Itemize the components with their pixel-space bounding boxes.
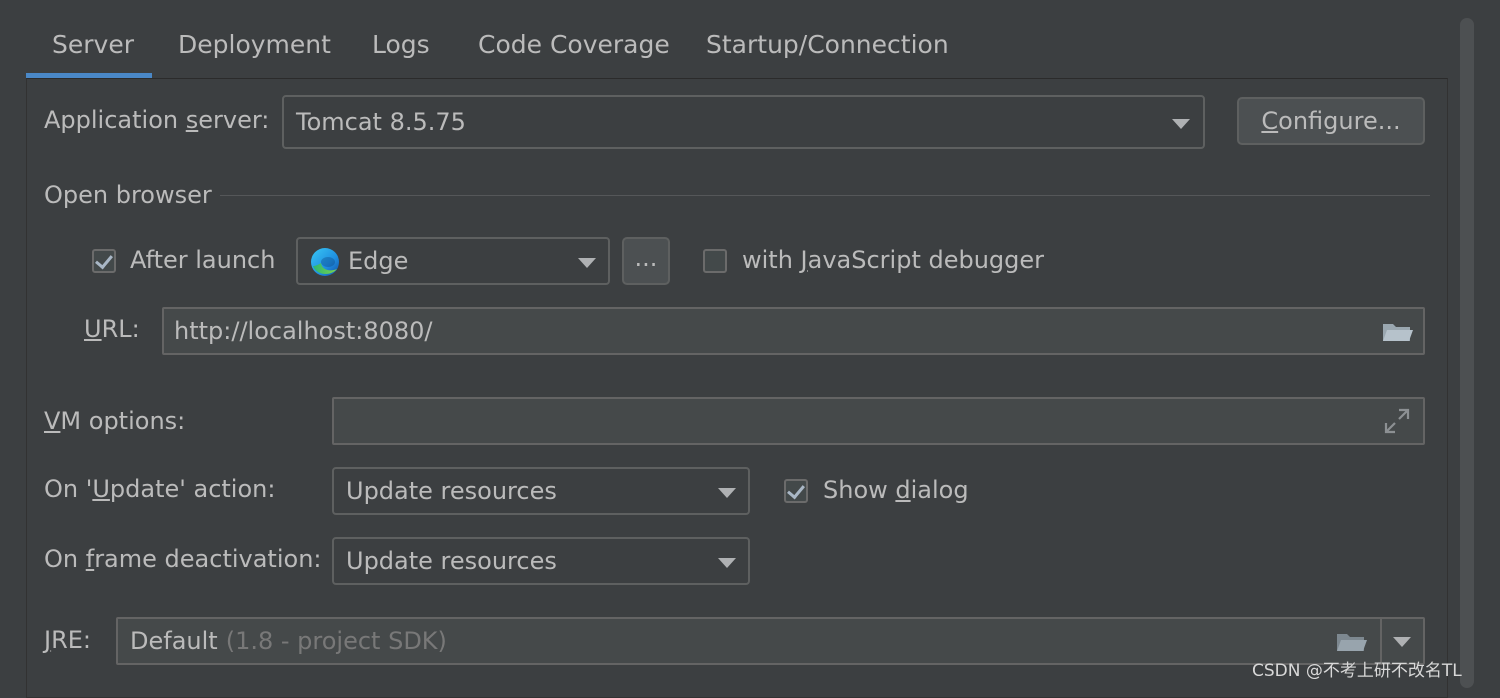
- url-input[interactable]: http://localhost:8080/: [162, 307, 1425, 355]
- vm-options-label: VM options:: [44, 407, 186, 435]
- tab-server[interactable]: Server: [52, 28, 134, 62]
- browser-dropdown[interactable]: Edge: [296, 237, 610, 285]
- show-dialog-checkbox[interactable]: [784, 479, 808, 503]
- jre-value: Default: [130, 627, 218, 655]
- js-debugger-label: with JavaScript debugger: [742, 246, 1045, 274]
- server-settings-panel: [26, 78, 1448, 698]
- tab-startup-connection[interactable]: Startup/Connection: [706, 28, 949, 62]
- update-action-label: On 'Update' action:: [44, 475, 276, 503]
- jre-value-row: Default (1.8 - project SDK): [130, 619, 447, 663]
- chevron-down-icon: [1172, 119, 1190, 129]
- checkmark-icon: [95, 250, 113, 270]
- tab-logs[interactable]: Logs: [372, 28, 430, 62]
- browser-settings-button[interactable]: ...: [622, 237, 670, 285]
- show-dialog-label: Show dialog: [823, 476, 969, 504]
- url-label: URL:: [84, 315, 140, 343]
- update-action-dropdown[interactable]: Update resources: [332, 467, 750, 515]
- jre-combobox[interactable]: Default (1.8 - project SDK): [116, 617, 1425, 665]
- browser-value: Edge: [348, 247, 409, 275]
- update-action-value: Update resources: [346, 477, 557, 505]
- application-server-label: Application server:: [44, 106, 270, 134]
- frame-deactivation-value: Update resources: [346, 547, 557, 575]
- after-launch-label: After launch: [130, 246, 276, 274]
- open-browser-section-title: Open browser: [44, 181, 212, 209]
- frame-deactivation-label: On frame deactivation:: [44, 545, 322, 573]
- tab-deployment[interactable]: Deployment: [178, 28, 331, 62]
- vertical-scrollbar[interactable]: [1460, 18, 1474, 688]
- tab-code-coverage[interactable]: Code Coverage: [478, 28, 670, 62]
- chevron-down-icon: [718, 558, 736, 568]
- section-divider: [220, 195, 1430, 196]
- chevron-down-icon: [578, 258, 596, 268]
- jre-hint: (1.8 - project SDK): [225, 627, 447, 655]
- after-launch-checkbox[interactable]: [92, 249, 116, 273]
- expand-icon[interactable]: [1384, 408, 1410, 434]
- checkmark-icon: [787, 480, 805, 500]
- folder-icon[interactable]: [1336, 631, 1368, 653]
- application-server-value: Tomcat 8.5.75: [296, 108, 466, 136]
- application-server-dropdown[interactable]: Tomcat 8.5.75: [282, 95, 1205, 149]
- url-value: http://localhost:8080/: [174, 317, 433, 345]
- chevron-down-icon[interactable]: [1393, 637, 1411, 647]
- chevron-down-icon: [718, 488, 736, 498]
- folder-icon[interactable]: [1382, 321, 1414, 343]
- frame-deactivation-dropdown[interactable]: Update resources: [332, 537, 750, 585]
- jre-label: JRE:: [44, 626, 92, 654]
- edge-browser-icon: [311, 248, 339, 276]
- js-debugger-checkbox[interactable]: [703, 249, 727, 273]
- watermark: CSDN @不考上研不改名TL: [1252, 661, 1462, 681]
- configure-button[interactable]: Configure...: [1237, 97, 1425, 145]
- vm-options-input[interactable]: [332, 397, 1425, 445]
